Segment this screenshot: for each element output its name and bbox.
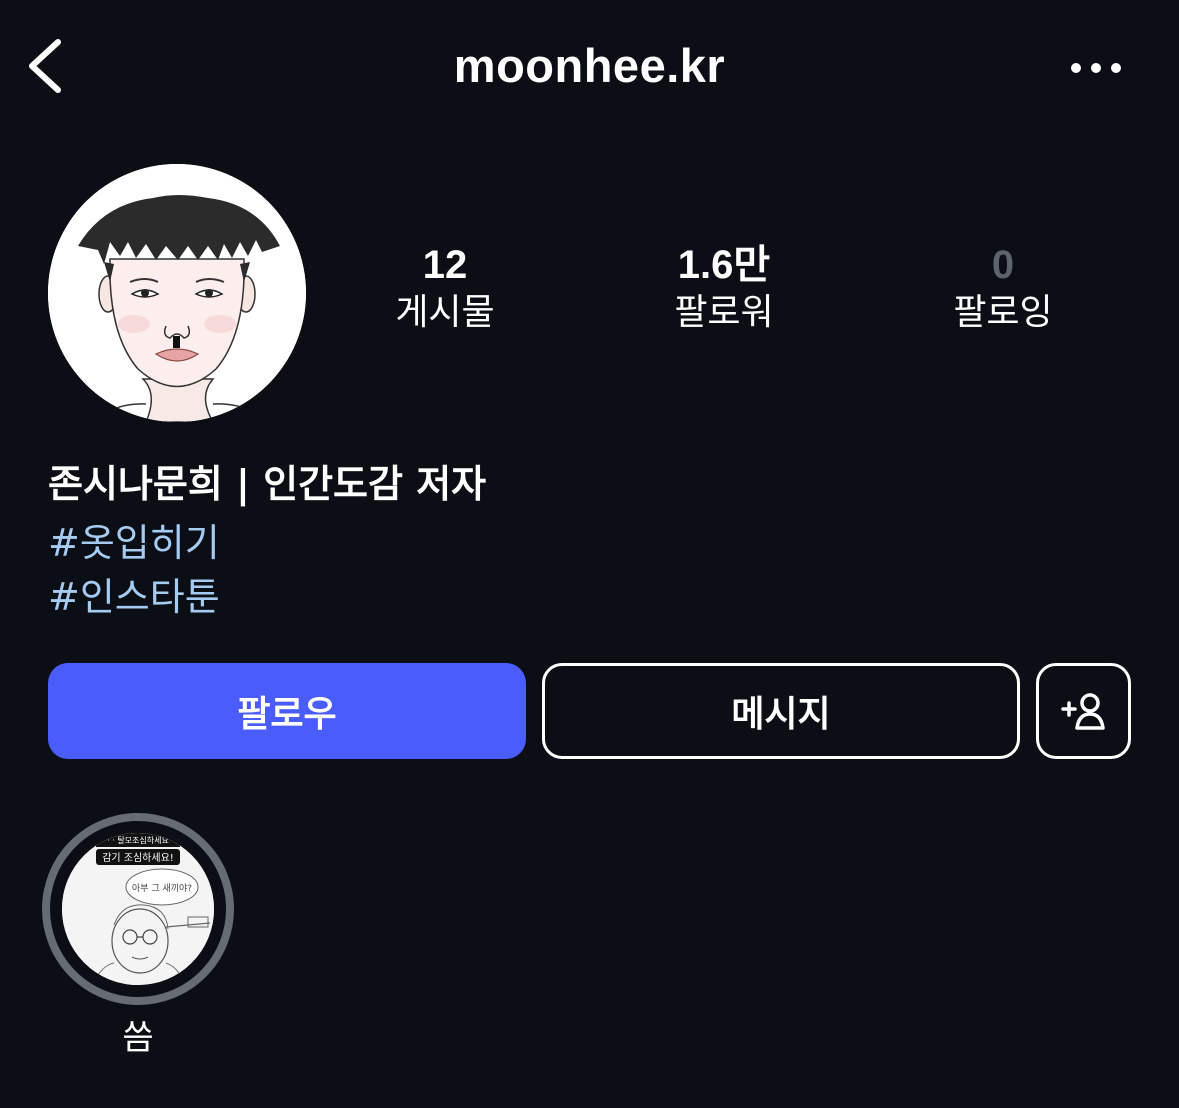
bio-name-line: 존시나문희 | 인간도감 저자 (48, 462, 487, 506)
profile-page: moonhee.kr 12 게시물 1.6만 팔로워 0 팔로잉 존시나문희 |… (0, 0, 1179, 1108)
message-button[interactable]: 메시지 (542, 663, 1020, 759)
story-highlight-thumbnail: · · 탈모조심하세요 감기 조심하세요! 아부 그 새끼야? (62, 833, 214, 985)
profile-username-title: moonhee.kr (453, 39, 726, 92)
profile-avatar[interactable] (48, 164, 306, 422)
stat-following-label: 팔로잉 (953, 292, 1053, 333)
bio-hashtag[interactable]: #인스타툰 (48, 571, 220, 623)
follow-button-label: 팔로우 (237, 694, 337, 735)
highlight-bubble-text: 아부 그 새끼야? (132, 883, 192, 894)
stat-posts-count: 12 (422, 243, 468, 287)
suggested-accounts-button[interactable] (1036, 663, 1131, 759)
avatar-illustration (48, 164, 306, 422)
story-highlight-label: 씀 (122, 1018, 154, 1058)
add-person-icon (1060, 693, 1105, 730)
message-button-label: 메시지 (731, 694, 831, 735)
ellipsis-horizontal-icon (1071, 63, 1121, 73)
stat-followers[interactable]: 1.6만 팔로워 (624, 242, 824, 338)
stat-following-count: 0 (991, 243, 1015, 287)
more-options-button[interactable] (1066, 56, 1126, 80)
stat-followers-label: 팔로워 (674, 292, 774, 333)
highlight-caption-top: · · 탈모조심하세요 (107, 835, 169, 845)
story-highlight[interactable]: · · 탈모조심하세요 감기 조심하세요! 아부 그 새끼야? (42, 813, 234, 1005)
highlight-caption: 감기 조심하세요! (102, 851, 174, 864)
highlight-sketch: · · 탈모조심하세요 감기 조심하세요! 아부 그 새끼야? (62, 833, 214, 985)
stat-followers-count: 1.6만 (677, 243, 771, 287)
stat-following[interactable]: 0 팔로잉 (903, 242, 1103, 338)
stat-posts[interactable]: 12 게시물 (345, 242, 545, 338)
follow-button[interactable]: 팔로우 (48, 663, 526, 759)
bio-hashtag[interactable]: #옷입히기 (48, 517, 220, 569)
stat-posts-label: 게시물 (395, 292, 495, 333)
